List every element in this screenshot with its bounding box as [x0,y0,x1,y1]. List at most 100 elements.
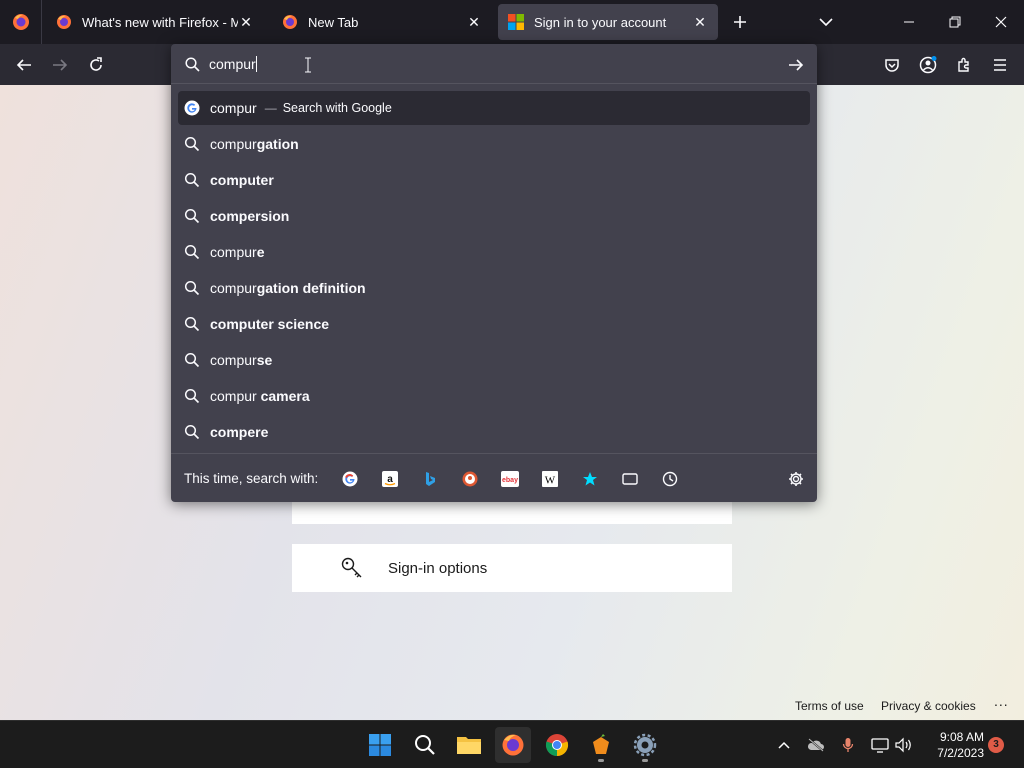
close-icon [995,16,1007,28]
bing-icon[interactable] [421,470,439,488]
close-tab-icon[interactable]: ✕ [466,14,482,30]
amazon-icon[interactable]: a [381,470,399,488]
menu-button[interactable] [985,50,1015,80]
history-icon[interactable] [661,470,679,488]
file-explorer-button[interactable] [451,727,487,763]
close-tab-icon[interactable]: ✕ [692,14,708,30]
search-icon [184,352,200,368]
suggestion-prefix: compur [210,244,257,260]
minimize-icon [904,21,914,23]
gear-icon[interactable] [787,470,805,488]
reload-icon [90,57,102,71]
suggestion-row[interactable]: compur gation definition [178,271,810,305]
close-window-button[interactable] [978,0,1024,44]
search-icon [184,316,200,332]
settings-taskbar-button[interactable] [627,727,663,763]
suggestion-row[interactable]: computer [178,163,810,197]
suggestion-prefix: compur [210,280,257,296]
terms-link[interactable]: Terms of use [795,699,864,713]
tabs-icon[interactable] [621,470,639,488]
display-tray-icon[interactable] [869,733,891,757]
clock-date: 7/2/2023 [937,746,984,760]
suggestion-row[interactable]: compersion [178,199,810,233]
key-icon [341,557,362,578]
address-bar-input[interactable]: compur [171,44,817,84]
bookmarks-icon[interactable] [581,470,599,488]
search-icon [185,57,200,72]
account-button[interactable] [913,50,943,80]
sign-in-options-label: Sign-in options [388,559,488,577]
microphone-tray-icon[interactable] [837,733,859,757]
suggestion-completion: gation definition [256,280,366,296]
microphone-icon [842,738,854,752]
firefox-icon [283,15,297,29]
suggestion-action: Search with Google [282,101,392,115]
hamburger-icon [994,59,1006,71]
one-off-search-bar: This time, search with: a ebay W [171,453,817,502]
close-tab-icon[interactable]: ✕ [238,14,254,30]
suggestion-row[interactable]: compur se [178,343,810,377]
ebay-icon[interactable]: ebay [501,470,519,488]
duckduckgo-icon[interactable] [461,470,479,488]
fl-studio-taskbar-button[interactable] [583,727,619,763]
privacy-link[interactable]: Privacy & cookies [881,699,976,713]
address-bar-value: compur [209,56,256,72]
firefox-view-button[interactable] [0,0,42,44]
forward-button [45,50,75,80]
volume-tray-icon[interactable] [893,733,915,757]
extensions-button[interactable] [949,50,979,80]
show-hidden-icons-button[interactable] [773,733,795,757]
forward-arrow-icon [53,59,68,71]
google-icon[interactable] [341,470,359,488]
suggestion-separator: — [264,101,277,115]
suggestion-row[interactable]: compur e [178,235,810,269]
search-icon [415,735,435,755]
tab-sign-in[interactable]: Sign in to your account ✕ [498,4,718,40]
wikipedia-icon[interactable]: W [541,470,559,488]
suggestion-row[interactable]: computer science [178,307,810,341]
search-icon [184,208,200,224]
account-icon [919,56,937,74]
restore-button[interactable] [932,0,978,44]
firefox-taskbar-button[interactable] [495,727,531,763]
one-off-label: This time, search with: [184,470,319,486]
search-icon [184,280,200,296]
urlbar-popup: compur compur — Search with Google compu… [171,44,817,502]
suggestion-completion: camera [260,388,310,404]
suggestion-search-google[interactable]: compur — Search with Google [178,91,810,125]
notification-badge[interactable]: 3 [988,737,1004,753]
onedrive-tray-icon[interactable] [805,733,827,757]
svg-text:W: W [545,475,556,487]
go-arrow-icon[interactable] [788,57,804,73]
chrome-taskbar-button[interactable] [539,727,575,763]
suggestion-row[interactable]: compur gation [178,127,810,161]
tab-title: New Tab [308,14,359,30]
firefox-icon [502,734,524,756]
minimize-button[interactable] [886,0,932,44]
suggestion-prefix: compur [210,388,261,404]
pocket-button[interactable] [877,50,907,80]
microsoft-icon [508,14,524,30]
suggestion-prefix: compur [210,352,257,368]
reload-button[interactable] [81,50,111,80]
back-button[interactable] [9,50,39,80]
svg-text:a: a [387,474,393,485]
more-options-button[interactable]: ... [994,693,1009,709]
suggestion-row[interactable]: compere [178,415,810,449]
chrome-icon [545,734,569,757]
clock[interactable]: 9:08 AM 7/2/2023 [920,729,984,761]
tab-whats-new[interactable]: What's new with Firefox - More ✕ [46,4,264,40]
list-all-tabs-button[interactable] [803,0,849,44]
start-button[interactable] [362,727,398,763]
suggestion-completion: compersion [210,208,290,224]
svg-text:ebay: ebay [502,477,518,484]
new-tab-button[interactable] [724,0,756,44]
chevron-down-icon [819,18,833,27]
restore-icon [949,16,961,28]
suggestion-row[interactable]: compur camera [178,379,810,413]
search-taskbar-button[interactable] [407,727,443,763]
sign-in-options-button[interactable]: Sign-in options [292,544,732,592]
suggestion-completion: se [256,352,273,368]
tab-new-tab[interactable]: New Tab ✕ [272,4,492,40]
clock-time: 9:08 AM [939,730,984,744]
